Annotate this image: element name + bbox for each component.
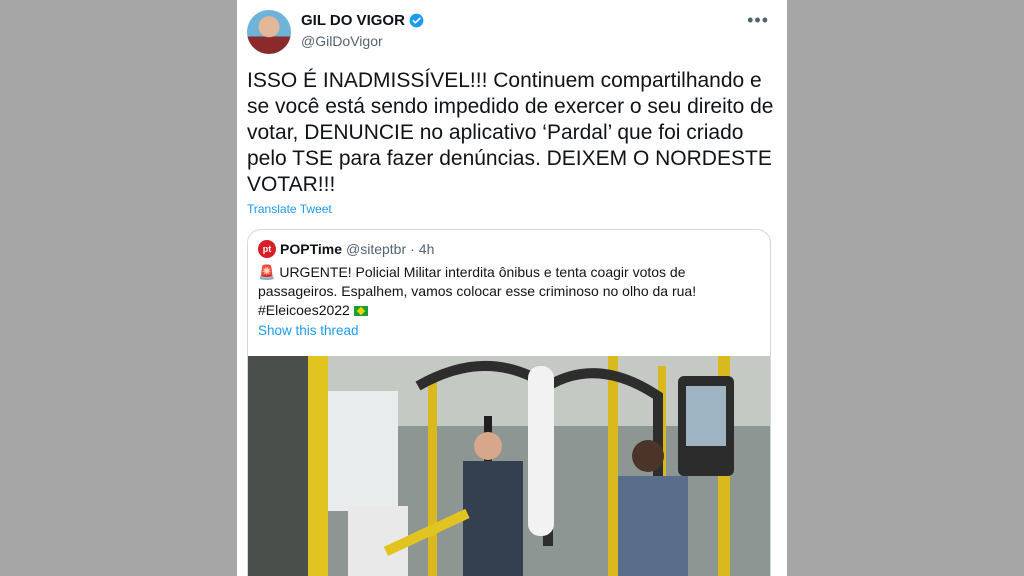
quoted-author-handle: @siteptbr — [346, 241, 407, 257]
translate-tweet-link[interactable]: Translate Tweet — [247, 202, 332, 216]
author-name[interactable]: GIL DO VIGOR — [301, 12, 405, 29]
brazil-flag-icon — [353, 306, 368, 317]
quoted-time: 4h — [418, 241, 435, 257]
quoted-video-media[interactable] — [248, 356, 770, 576]
quoted-tweet-text: 🚨 URGENTE! Policial Militar interdita ôn… — [258, 263, 758, 320]
tweet-card: GIL DO VIGOR @GilDoVigor ••• ISSO É INAD… — [237, 0, 787, 576]
more-icon[interactable]: ••• — [747, 10, 769, 31]
author-name-row[interactable]: GIL DO VIGOR — [301, 12, 424, 29]
author-avatar[interactable] — [247, 10, 291, 54]
show-thread-link[interactable]: Show this thread — [258, 323, 359, 338]
verified-badge-icon — [409, 13, 424, 28]
quoted-separator: · — [410, 241, 415, 257]
tweet-text: ISSO É INADMISSÍVEL!!! Continuem compart… — [247, 69, 774, 196]
quoted-tweet[interactable]: pt POPTime @siteptbr · 4h 🚨 URGENTE! Pol… — [247, 229, 771, 576]
quoted-text-body: URGENTE! Policial Militar interdita ônib… — [258, 264, 697, 299]
siren-icon: 🚨 — [258, 264, 276, 280]
quoted-tweet-header: pt POPTime @siteptbr · 4h — [258, 240, 434, 258]
quoted-author-avatar: pt — [258, 240, 276, 258]
author-handle[interactable]: @GilDoVigor — [301, 33, 383, 49]
hashtag-link[interactable]: #Eleicoes2022 — [258, 302, 350, 318]
quoted-author-name: POPTime — [280, 241, 342, 257]
